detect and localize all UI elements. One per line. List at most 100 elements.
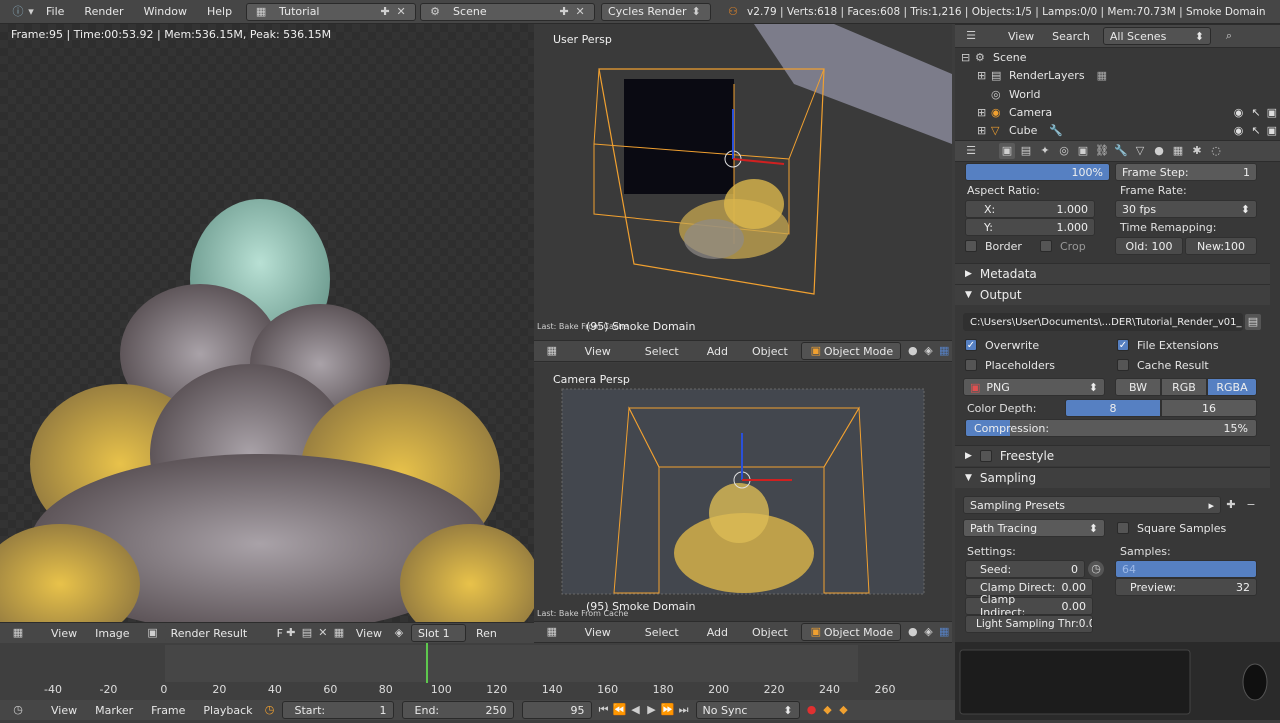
scene-tab-icon[interactable]: ✦ bbox=[1037, 143, 1053, 159]
editor-type-icon[interactable]: ▦ bbox=[544, 624, 560, 640]
metadata-panel-header[interactable]: ▶ Metadata bbox=[955, 263, 1270, 284]
pivot-icon[interactable]: ◈ bbox=[921, 624, 937, 640]
preview-samples-field[interactable]: Preview: 32 bbox=[1115, 578, 1257, 596]
menu-view[interactable]: View bbox=[42, 627, 86, 640]
eye-icon[interactable]: ◉ bbox=[1234, 124, 1244, 137]
image-browse-icon[interactable]: ▣ bbox=[145, 625, 161, 641]
editor-type-icon[interactable]: ▦ bbox=[10, 625, 26, 641]
file-format-selector[interactable]: ▣ PNG ⬍ bbox=[963, 378, 1105, 396]
menu-view[interactable]: View bbox=[576, 345, 620, 358]
editor-type-icon[interactable]: ◷ bbox=[10, 702, 26, 718]
time-remap-old-field[interactable]: Old: 100 bbox=[1115, 237, 1183, 255]
aspect-y-field[interactable]: Y: 1.000 bbox=[965, 218, 1095, 236]
placeholders-checkbox[interactable]: Placeholders bbox=[965, 359, 1055, 372]
editor-type-icon[interactable]: ☰ bbox=[963, 28, 979, 44]
outliner-item-camera[interactable]: ⊞ ◉ Camera ◉ ↖ ▣ bbox=[977, 103, 1277, 121]
screen-layout-selector[interactable]: ▦ Tutorial ✚ ✕ bbox=[246, 2, 417, 21]
layers-icon[interactable]: ▦ bbox=[936, 624, 952, 640]
menu-help[interactable]: Help bbox=[197, 5, 242, 18]
close-icon[interactable]: ✕ bbox=[315, 625, 331, 641]
time-remap-new-field[interactable]: New:100 bbox=[1185, 237, 1257, 255]
sampling-panel-header[interactable]: ▼ Sampling bbox=[955, 467, 1270, 488]
close-icon[interactable]: ✕ bbox=[393, 4, 409, 20]
folder-icon[interactable]: ▤ bbox=[299, 625, 315, 641]
render-tab-icon[interactable]: ▣ bbox=[999, 143, 1015, 159]
camera-render-icon[interactable]: ▣ bbox=[1267, 124, 1277, 137]
aspect-x-field[interactable]: X: 1.000 bbox=[965, 200, 1095, 218]
expand-icon[interactable]: ⊞ bbox=[977, 106, 991, 119]
texture-tab-icon[interactable]: ▦ bbox=[1170, 143, 1186, 159]
menu-playback[interactable]: Playback bbox=[194, 704, 261, 717]
menu-add[interactable]: Add bbox=[698, 626, 737, 639]
camera-render-icon[interactable]: ▣ bbox=[1267, 106, 1277, 119]
animated-seed-icon[interactable]: ◷ bbox=[1088, 561, 1104, 577]
overwrite-checkbox[interactable]: ✓ Overwrite bbox=[965, 339, 1039, 352]
object-tab-icon[interactable]: ▣ bbox=[1075, 143, 1091, 159]
freestyle-panel-header[interactable]: ▶ Freestyle bbox=[955, 445, 1270, 466]
particles-tab-icon[interactable]: ✱ bbox=[1189, 143, 1205, 159]
prev-keyframe-icon[interactable]: ⏪ bbox=[612, 702, 628, 718]
layers-icon[interactable]: ▦ bbox=[936, 343, 952, 359]
menu-view-2[interactable]: View bbox=[347, 627, 391, 640]
color-rgba-button[interactable]: RGBA bbox=[1207, 378, 1257, 396]
menu-search[interactable]: Search bbox=[1043, 30, 1099, 43]
outliner-item-cube[interactable]: ⊞ ▽ Cube 🔧 ◉ ↖ ▣ bbox=[977, 121, 1277, 139]
editor-type-icon[interactable]: ☰ bbox=[963, 143, 979, 159]
dropdown-arrow-icon[interactable]: ▾ bbox=[26, 4, 36, 20]
material-tab-icon[interactable]: ● bbox=[1151, 143, 1167, 159]
square-samples-checkbox[interactable]: Square Samples bbox=[1117, 522, 1226, 535]
menu-file[interactable]: File bbox=[36, 5, 74, 18]
physics-tab-icon[interactable]: ◌ bbox=[1208, 143, 1224, 159]
slot-selector[interactable]: Slot 1 bbox=[411, 624, 466, 642]
shading-icon[interactable]: ● bbox=[905, 343, 921, 359]
image-name-field[interactable]: Render Result bbox=[164, 624, 267, 642]
render-samples-field[interactable]: 64 bbox=[1115, 560, 1257, 578]
outliner-item-renderlayers[interactable]: ⊞ ▤ RenderLayers ▦ bbox=[977, 66, 1107, 84]
expand-icon[interactable]: ⊞ bbox=[977, 69, 991, 82]
clamp-indirect-field[interactable]: Clamp Indirect: 0.00 bbox=[965, 593, 1093, 619]
menu-window[interactable]: Window bbox=[134, 5, 197, 18]
menu-select[interactable]: Select bbox=[636, 626, 688, 639]
playhead[interactable] bbox=[426, 643, 429, 683]
play-reverse-icon[interactable]: ◀ bbox=[628, 702, 644, 718]
current-frame-field[interactable]: 95 bbox=[521, 701, 592, 719]
menu-select[interactable]: Select bbox=[636, 345, 688, 358]
scene-selector[interactable]: ⚙ Scene ✚ ✕ bbox=[420, 2, 596, 21]
timeline[interactable]: -40 -20 0 20 40 60 80 100 120 140 160 180 200 220 240 2… bbox=[0, 643, 955, 700]
add-icon[interactable]: ✚ bbox=[556, 4, 572, 20]
pivot-icon[interactable]: ◈ bbox=[921, 343, 937, 359]
jump-end-icon[interactable]: ⏭ bbox=[676, 702, 692, 718]
mode-selector[interactable]: ▣ Object Mode bbox=[800, 623, 901, 641]
add-preset-icon[interactable]: ✚ bbox=[1223, 497, 1239, 513]
end-frame-field[interactable]: End: 250 bbox=[401, 701, 514, 719]
modifiers-tab-icon[interactable]: 🔧 bbox=[1113, 143, 1129, 159]
collapse-icon[interactable]: ⊟ bbox=[961, 51, 975, 64]
color-depth-8-button[interactable]: 8 bbox=[1065, 399, 1161, 417]
mode-selector[interactable]: ▣ Object Mode bbox=[800, 342, 901, 360]
cursor-icon[interactable]: ↖ bbox=[1251, 106, 1260, 119]
cache-result-checkbox[interactable]: Cache Result bbox=[1117, 359, 1209, 372]
jump-start-icon[interactable]: ⏮ bbox=[596, 702, 612, 718]
outliner-item-world[interactable]: ◎ World bbox=[991, 85, 1041, 103]
menu-object[interactable]: Object bbox=[743, 345, 797, 358]
data-tab-icon[interactable]: ▽ bbox=[1132, 143, 1148, 159]
start-frame-field[interactable]: Start: 1 bbox=[281, 701, 394, 719]
blender-info-icon[interactable]: ⓘ bbox=[10, 4, 26, 20]
3d-viewport-user[interactable]: User Persp Last: Bake From Cache (95) Sm… bbox=[534, 24, 952, 340]
close-icon[interactable]: ✕ bbox=[572, 4, 588, 20]
render-layers-tab-icon[interactable]: ▤ bbox=[1018, 143, 1034, 159]
color-rgb-button[interactable]: RGB bbox=[1161, 378, 1207, 396]
resolution-percentage-field[interactable]: 100% bbox=[965, 163, 1110, 181]
next-keyframe-icon[interactable]: ⏩ bbox=[660, 702, 676, 718]
menu-frame[interactable]: Frame bbox=[142, 704, 194, 717]
freestyle-checkbox[interactable] bbox=[979, 450, 992, 462]
frame-rate-selector[interactable]: 30 fps ⬍ bbox=[1115, 200, 1257, 218]
pin-icon[interactable]: ✚ bbox=[283, 625, 299, 641]
render-slot-icon[interactable]: ◈ bbox=[391, 625, 407, 641]
menu-view[interactable]: View bbox=[42, 704, 86, 717]
menu-image[interactable]: Image bbox=[86, 627, 138, 640]
view-icon[interactable]: ▦ bbox=[331, 625, 347, 641]
render-layer-selector[interactable]: Ren bbox=[476, 627, 497, 640]
search-icon[interactable]: ⌕ bbox=[1221, 28, 1237, 44]
add-icon[interactable]: ✚ bbox=[377, 4, 393, 20]
